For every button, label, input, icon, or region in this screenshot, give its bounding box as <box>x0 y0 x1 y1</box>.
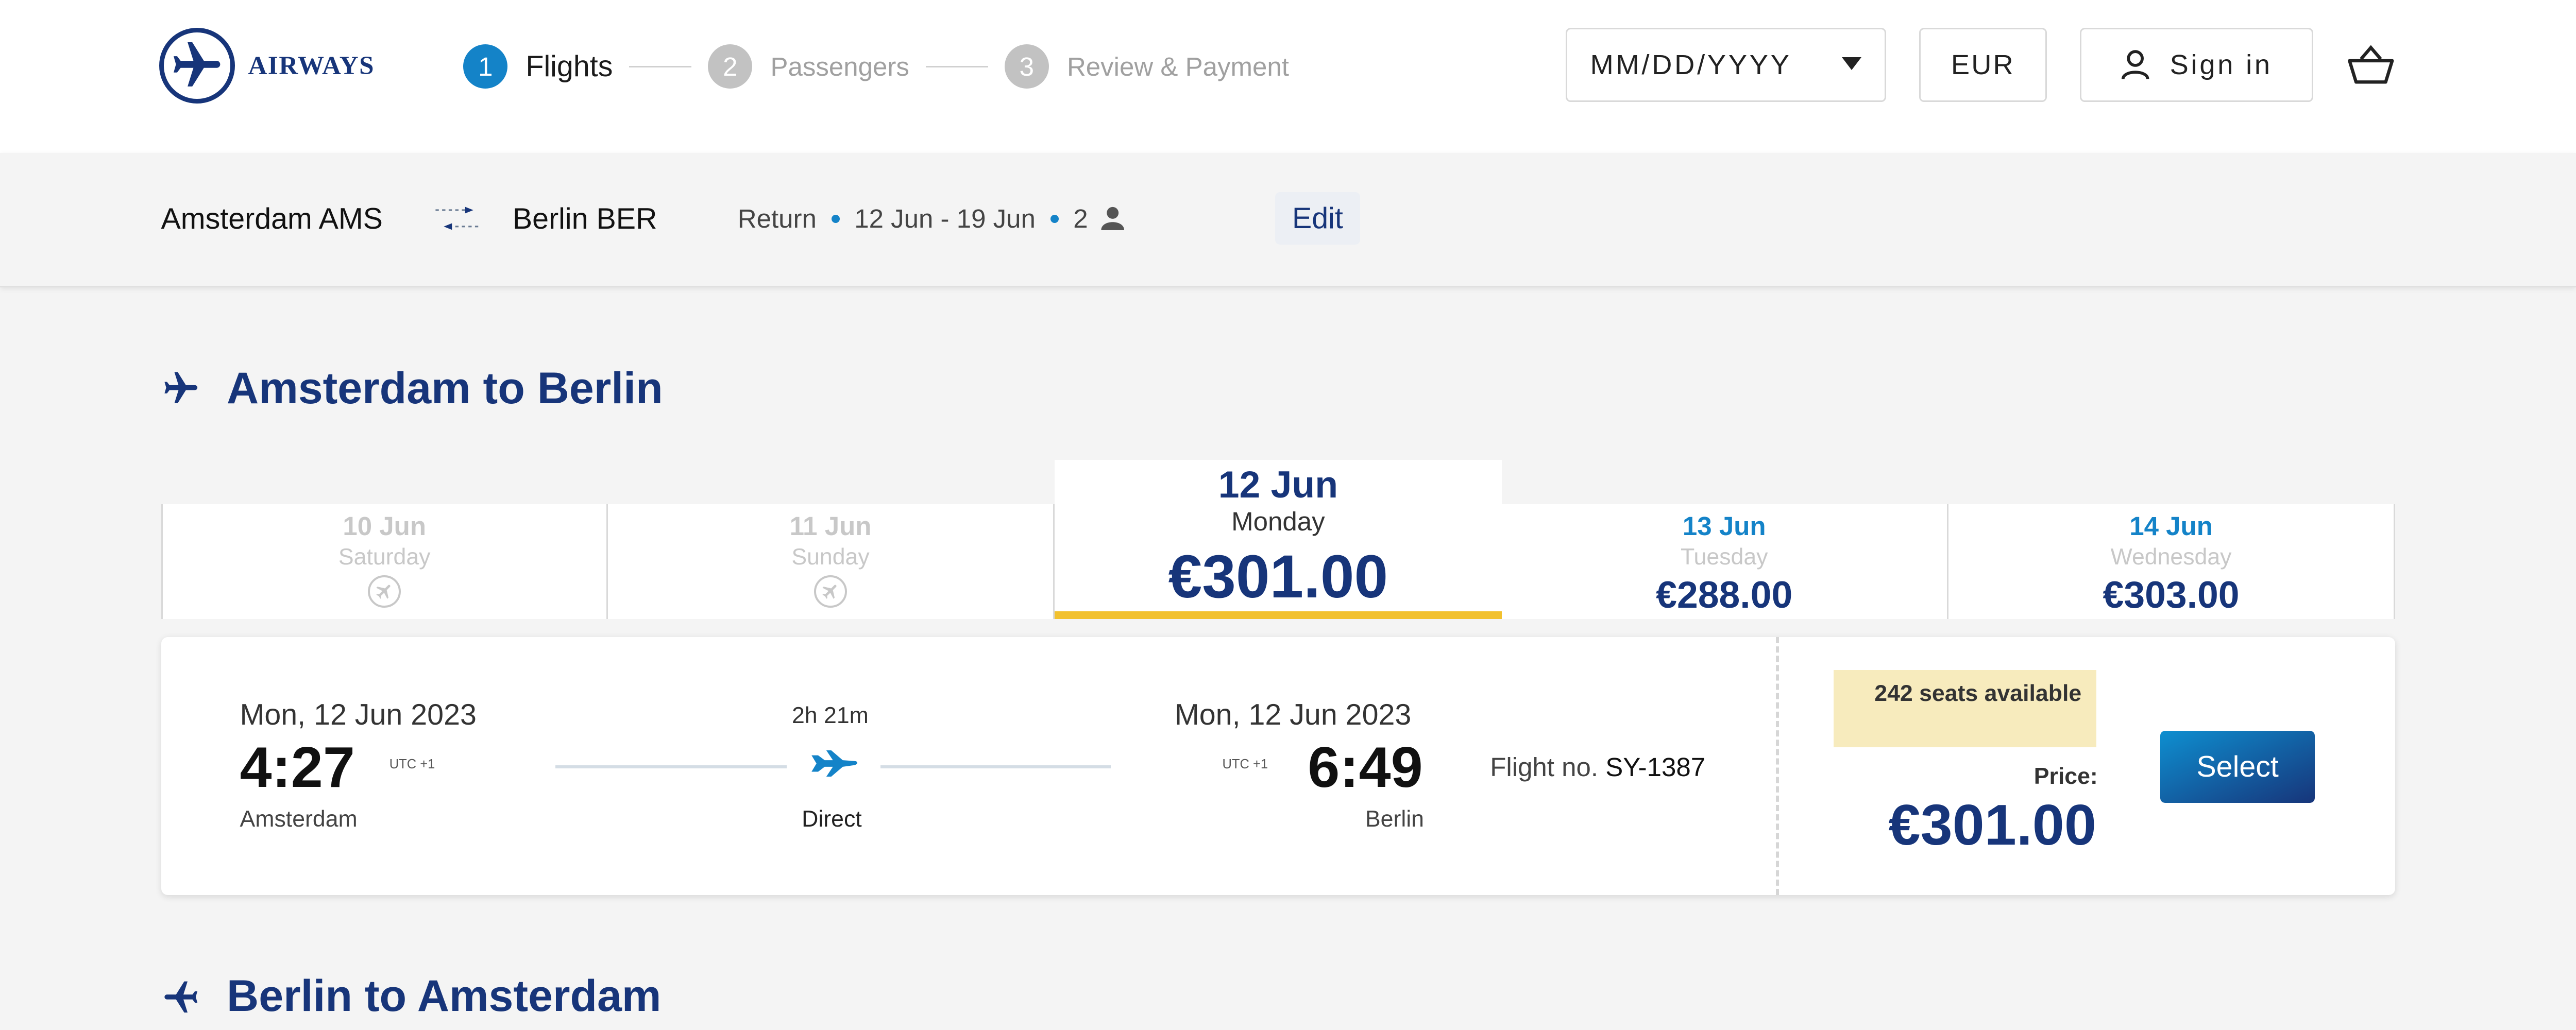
flight-price: €301.00 <box>1888 792 2096 857</box>
date-price: €303.00 <box>2103 574 2240 616</box>
date-price: €288.00 <box>1656 574 1793 616</box>
plane-logo-icon <box>159 28 235 104</box>
booking-steps: 1 Flights 2 Passengers 3 Review & Paymen… <box>463 44 1289 89</box>
departure-city: Amsterdam <box>240 806 358 832</box>
arrival-timezone: UTC +1 <box>1222 757 1268 772</box>
separator-dot <box>1050 214 1059 223</box>
outbound-title: Amsterdam to Berlin <box>227 363 663 413</box>
weekday-label: Tuesday <box>1680 544 1768 570</box>
select-flight-button[interactable]: Select <box>2160 731 2315 803</box>
arrival-time: 6:49 <box>1308 735 1423 800</box>
step-flights[interactable]: 1 Flights <box>463 44 613 89</box>
date-label: 14 Jun <box>2129 511 2213 541</box>
round-trip-icon <box>435 207 482 230</box>
currency-button[interactable]: EUR <box>1919 28 2047 102</box>
step-number: 1 <box>463 44 508 89</box>
step-divider <box>629 65 692 67</box>
weekday-label: Wednesday <box>2110 544 2232 570</box>
departure-timezone: UTC +1 <box>389 757 435 772</box>
plane-icon <box>164 981 197 1012</box>
step-number: 2 <box>708 44 753 89</box>
no-flights-icon <box>368 575 401 608</box>
date-format-select[interactable]: MM/DD/YYYY <box>1565 28 1886 102</box>
chevron-down-icon <box>1842 57 1862 70</box>
basket-icon[interactable] <box>2346 44 2396 87</box>
date-option-12-jun[interactable]: 12 Jun Monday €301.00 <box>1055 459 1502 620</box>
price-label: Price: <box>2033 763 2098 789</box>
date-label: 13 Jun <box>1682 511 1766 541</box>
trip-dates: 12 Jun - 19 Jun <box>854 204 1036 234</box>
step-passengers[interactable]: 2 Passengers <box>708 44 909 89</box>
trip-details: Return 12 Jun - 19 Jun 2 <box>738 203 1127 234</box>
step-label: Review & Payment <box>1066 52 1289 81</box>
route-line <box>555 765 787 769</box>
date-option-10-jun: 10 Jun Saturday <box>161 504 608 620</box>
date-option-11-jun: 11 Jun Sunday <box>608 504 1055 620</box>
date-label: 11 Jun <box>789 511 872 541</box>
trip-type: Return <box>737 204 817 234</box>
date-price: €301.00 <box>1168 542 1388 611</box>
plane-icon <box>164 372 197 403</box>
route-line <box>880 765 1111 769</box>
currency-label: EUR <box>1951 49 2015 80</box>
return-title: Berlin to Amsterdam <box>227 971 662 1021</box>
return-heading: Berlin to Amsterdam <box>161 971 662 1022</box>
sign-in-label: Sign in <box>2170 49 2273 80</box>
step-label: Passengers <box>770 52 909 81</box>
step-number: 3 <box>1004 44 1049 89</box>
top-header: AIRWAYS 1 Flights 2 Passengers 3 Review … <box>0 0 2576 153</box>
date-option-13-jun[interactable]: 13 Jun Tuesday €288.00 <box>1502 504 1948 620</box>
flight-number-label: Flight no. <box>1490 752 1599 782</box>
no-flights-icon <box>814 575 847 608</box>
outbound-heading: Amsterdam to Berlin <box>161 363 663 414</box>
passenger-count: 2 <box>1073 204 1088 234</box>
card-divider <box>1776 637 1779 895</box>
step-review-payment[interactable]: 3 Review & Payment <box>1004 44 1289 89</box>
departure-date: Mon, 12 Jun 2023 <box>240 698 477 732</box>
weekday-label: Saturday <box>338 544 431 570</box>
flight-number: Flight no. SY-1387 <box>1490 752 1705 782</box>
sign-in-button[interactable]: Sign in <box>2080 28 2313 102</box>
departure-time: 4:27 <box>240 735 355 800</box>
date-format-value: MM/DD/YYYY <box>1590 49 1792 80</box>
date-carousel: 10 Jun Saturday 11 Jun Sunday 12 Jun Mon… <box>161 459 2396 620</box>
destination-airport: Berlin BER <box>512 202 657 236</box>
arrival-city: Berlin <box>1365 806 1424 832</box>
flight-card: Mon, 12 Jun 2023 4:27 UTC +1 Amsterdam 2… <box>161 637 2396 895</box>
flight-number-value: SY-1387 <box>1605 752 1706 782</box>
arrival-date: Mon, 12 Jun 2023 <box>1174 698 1412 732</box>
plane-icon <box>811 750 858 777</box>
stops-label: Direct <box>802 806 862 832</box>
flight-duration: 2h 21m <box>791 702 869 728</box>
page: AIRWAYS 1 Flights 2 Passengers 3 Review … <box>0 0 2576 1030</box>
step-label: Flights <box>526 50 613 83</box>
seats-available-badge: 242 seats available <box>1833 670 2096 747</box>
date-label: 10 Jun <box>343 511 426 541</box>
separator-dot <box>831 214 840 223</box>
date-option-14-jun[interactable]: 14 Jun Wednesday €303.00 <box>1948 504 2396 620</box>
brand-name: AIRWAYS <box>248 51 375 80</box>
origin-airport: Amsterdam AMS <box>161 202 383 236</box>
step-divider <box>925 65 988 67</box>
date-label: 12 Jun <box>1218 464 1338 506</box>
airways-logo[interactable]: AIRWAYS <box>159 28 375 104</box>
user-icon <box>2121 49 2149 79</box>
weekday-label: Monday <box>1231 507 1325 537</box>
person-icon <box>1101 207 1124 231</box>
weekday-label: Sunday <box>791 544 870 570</box>
edit-search-button[interactable]: Edit <box>1275 192 1361 245</box>
